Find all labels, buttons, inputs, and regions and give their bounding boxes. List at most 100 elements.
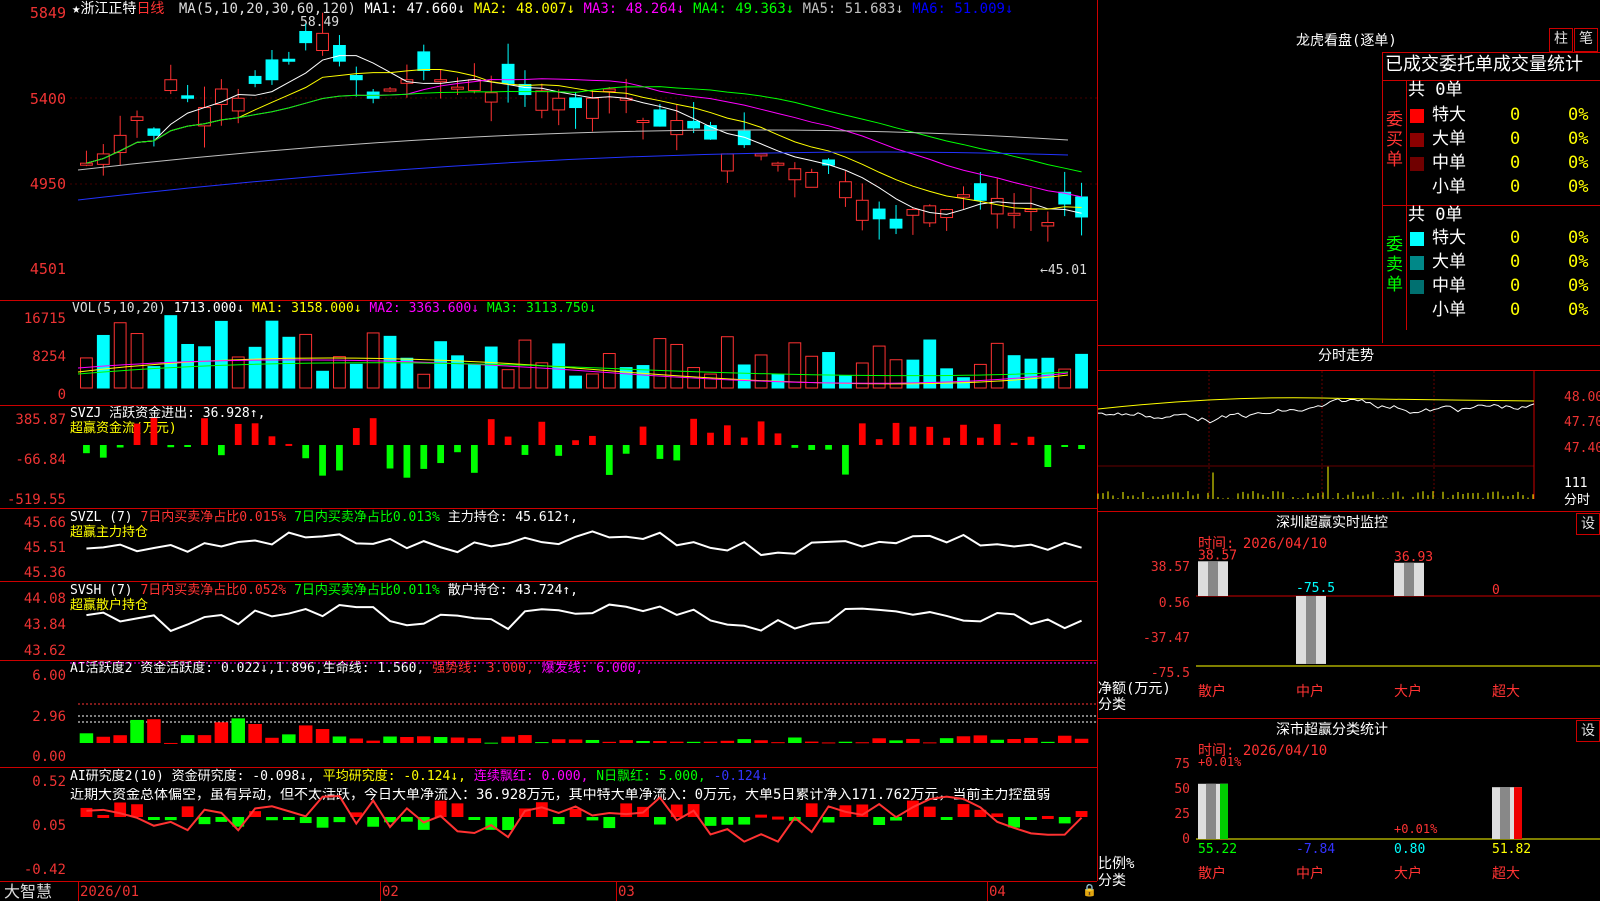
candle	[737, 130, 751, 146]
ai-research-pane[interactable]: AI研究度2(10) 资金研究度: -0.098↓, 平均研究度: -0.124…	[0, 767, 1098, 881]
research-bar	[164, 817, 177, 821]
candle	[130, 116, 144, 121]
lhb-cell: 0	[1510, 276, 1521, 296]
category-label: 中户	[1296, 683, 1324, 699]
activity-bar	[349, 738, 364, 743]
buy-count: 共 0单	[1408, 80, 1463, 100]
volume-bar	[940, 368, 954, 389]
legend-swatch	[1410, 181, 1424, 195]
flow-bar	[757, 421, 765, 445]
candle	[535, 90, 549, 111]
activity-bar	[686, 741, 701, 743]
svsh-pane[interactable]: SVSH (7) 7日内买卖净占比0.052% 7日内买卖净占比0.011% 散…	[0, 581, 1098, 661]
candle	[788, 168, 802, 181]
lhb-cell: 0	[1510, 177, 1521, 197]
activity-bar	[804, 741, 819, 743]
volume-bar	[535, 362, 549, 389]
ma-line	[86, 69, 1082, 210]
candle	[957, 194, 970, 198]
sz-class-settings-button[interactable]: 设	[1576, 720, 1600, 742]
research-bar	[738, 817, 751, 825]
y-tick: 47.40	[1564, 441, 1600, 456]
activity-bar	[433, 737, 448, 743]
lhb-cell: 0	[1510, 252, 1521, 272]
category-label: 超大	[1492, 683, 1520, 699]
research-bar	[181, 806, 194, 817]
activity-bar	[248, 723, 262, 743]
volume-bar	[113, 322, 127, 389]
flow-bar	[116, 445, 124, 448]
bar-top-value: +0.01%	[1394, 822, 1438, 836]
legend-swatch	[1410, 304, 1424, 318]
legend-swatch	[1410, 232, 1424, 246]
research-bar	[772, 816, 784, 820]
activity-bar	[771, 742, 785, 744]
activity-bar	[990, 739, 1004, 743]
candle	[383, 88, 397, 92]
bar-mode-button[interactable]: 柱	[1549, 28, 1573, 52]
lock-icon[interactable]: 🔒	[1082, 884, 1097, 896]
category-label: 中户	[1296, 865, 1324, 881]
research-bar	[755, 814, 768, 818]
flow-bar	[386, 445, 394, 469]
activity-bar	[1007, 738, 1021, 743]
y-tick: 48.00	[1564, 390, 1600, 405]
volume-bar	[434, 341, 448, 389]
price-pane[interactable]: ★浙江正特日线 MA(5,10,20,30,60,120) MA1: 47.66…	[0, 0, 1098, 301]
research-bar	[299, 817, 312, 824]
y-tick: -75.5	[1151, 666, 1190, 681]
y-tick: -37.47	[1143, 631, 1190, 646]
candle	[602, 88, 616, 92]
category-bar-shade	[1404, 562, 1414, 596]
flow-bar	[1044, 445, 1052, 468]
volume-bar	[586, 373, 599, 389]
research-bar	[502, 817, 515, 831]
ai-active-pane[interactable]: AI活跃度2 资金活跃度: 0.022↓,1.896,生命线: 1.560, 强…	[0, 660, 1098, 768]
research-bar	[873, 817, 886, 825]
flow-bar	[572, 440, 579, 445]
research-bar	[721, 817, 734, 825]
sz-monitor-settings-button[interactable]: 设	[1576, 513, 1600, 535]
y-tick: 25	[1174, 807, 1190, 822]
flow-bar	[285, 443, 293, 446]
activity-bar	[720, 740, 735, 743]
candle	[889, 218, 903, 229]
category-label: 大户	[1394, 683, 1422, 699]
research-bar	[333, 817, 346, 823]
research-bar	[400, 817, 413, 822]
activity-bar	[923, 742, 937, 744]
research-bar	[97, 814, 110, 818]
candle	[484, 92, 498, 103]
activity-bar	[821, 742, 836, 744]
x-label: 02	[382, 884, 399, 900]
research-bars	[80, 795, 1088, 843]
candle	[265, 59, 279, 81]
activity-bar	[737, 739, 751, 743]
research-bar	[1041, 815, 1054, 819]
volume-bar	[501, 369, 515, 389]
sz-class-title: 深市超赢分类统计	[1276, 722, 1388, 738]
research-bar	[1058, 817, 1071, 824]
category-bar-shade	[1306, 596, 1316, 664]
flow-bar	[909, 426, 917, 445]
activity-bar	[332, 736, 347, 743]
volume-bar	[164, 315, 178, 389]
flow-bar	[690, 418, 698, 445]
volume-bars	[77, 315, 1088, 389]
y-tick: 75	[1174, 757, 1190, 772]
flow-bar	[656, 445, 664, 459]
activity-bar	[602, 741, 617, 743]
svzl-pane[interactable]: SVZL (7) 7日内买卖净占比0.015% 7日内买卖净占比0.013% 主…	[0, 508, 1098, 582]
ma-line	[77, 129, 1069, 171]
flow-bar	[99, 445, 107, 458]
svzj-pane[interactable]: SVZJ 活跃资金进出: 36.928↑, 超赢资金流(万元) 385.87 -…	[0, 405, 1098, 509]
candle	[906, 209, 920, 216]
lhb-cell: 小单	[1432, 300, 1466, 320]
activity-bar	[670, 741, 684, 743]
candle	[569, 97, 582, 109]
research-bar	[1075, 811, 1088, 817]
volume-pane[interactable]: VOL(5,10,20) 1713.000↓ MA1: 3158.000↓ MA…	[0, 300, 1098, 406]
activity-bar	[535, 742, 549, 744]
tick-mode-button[interactable]: 笔	[1574, 28, 1598, 52]
lhb-tab-label[interactable]: 已成交委托单成交量统计	[1385, 56, 1583, 74]
